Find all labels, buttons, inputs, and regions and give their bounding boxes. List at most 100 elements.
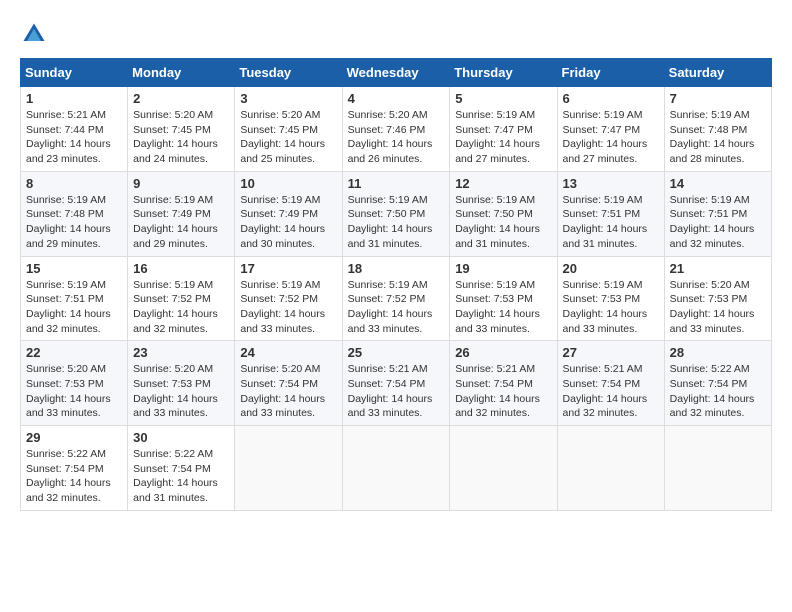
cell-info: Sunrise: 5:19 AM Sunset: 7:53 PM Dayligh…: [563, 278, 659, 337]
calendar-week-row: 29 Sunrise: 5:22 AM Sunset: 7:54 PM Dayli…: [21, 426, 772, 511]
day-number: 17: [240, 261, 336, 276]
cell-info: Sunrise: 5:20 AM Sunset: 7:46 PM Dayligh…: [348, 108, 445, 167]
calendar-cell: [557, 426, 664, 511]
day-number: 10: [240, 176, 336, 191]
day-number: 15: [26, 261, 122, 276]
day-number: 18: [348, 261, 445, 276]
day-number: 25: [348, 345, 445, 360]
calendar-cell: 10 Sunrise: 5:19 AM Sunset: 7:49 PM Dayli…: [235, 171, 342, 256]
day-number: 3: [240, 91, 336, 106]
day-number: 26: [455, 345, 551, 360]
calendar-cell: [235, 426, 342, 511]
calendar-cell: 22 Sunrise: 5:20 AM Sunset: 7:53 PM Dayli…: [21, 341, 128, 426]
day-number: 14: [670, 176, 766, 191]
day-number: 6: [563, 91, 659, 106]
cell-info: Sunrise: 5:19 AM Sunset: 7:53 PM Dayligh…: [455, 278, 551, 337]
day-number: 9: [133, 176, 229, 191]
day-number: 20: [563, 261, 659, 276]
calendar-cell: [664, 426, 771, 511]
cell-info: Sunrise: 5:21 AM Sunset: 7:54 PM Dayligh…: [563, 362, 659, 421]
calendar-cell: 21 Sunrise: 5:20 AM Sunset: 7:53 PM Dayli…: [664, 256, 771, 341]
calendar-cell: 27 Sunrise: 5:21 AM Sunset: 7:54 PM Dayli…: [557, 341, 664, 426]
day-number: 5: [455, 91, 551, 106]
calendar-cell: 11 Sunrise: 5:19 AM Sunset: 7:50 PM Dayli…: [342, 171, 450, 256]
calendar-cell: 17 Sunrise: 5:19 AM Sunset: 7:52 PM Dayli…: [235, 256, 342, 341]
day-number: 24: [240, 345, 336, 360]
cell-info: Sunrise: 5:22 AM Sunset: 7:54 PM Dayligh…: [26, 447, 122, 506]
col-monday: Monday: [128, 59, 235, 87]
calendar-cell: 13 Sunrise: 5:19 AM Sunset: 7:51 PM Dayli…: [557, 171, 664, 256]
day-number: 21: [670, 261, 766, 276]
calendar-header-row: Sunday Monday Tuesday Wednesday Thursday…: [21, 59, 772, 87]
cell-info: Sunrise: 5:19 AM Sunset: 7:52 PM Dayligh…: [133, 278, 229, 337]
cell-info: Sunrise: 5:20 AM Sunset: 7:45 PM Dayligh…: [240, 108, 336, 167]
calendar-cell: 15Sunrise: 5:19 AM Sunset: 7:51 PM Dayli…: [21, 256, 128, 341]
cell-info: Sunrise: 5:19 AM Sunset: 7:49 PM Dayligh…: [240, 193, 336, 252]
day-number: 28: [670, 345, 766, 360]
day-number: 27: [563, 345, 659, 360]
cell-info: Sunrise: 5:19 AM Sunset: 7:52 PM Dayligh…: [240, 278, 336, 337]
calendar-cell: 9Sunrise: 5:19 AM Sunset: 7:49 PM Daylig…: [128, 171, 235, 256]
calendar-cell: [450, 426, 557, 511]
calendar-cell: [342, 426, 450, 511]
day-number: 7: [670, 91, 766, 106]
cell-info: Sunrise: 5:20 AM Sunset: 7:53 PM Dayligh…: [133, 362, 229, 421]
cell-info: Sunrise: 5:19 AM Sunset: 7:48 PM Dayligh…: [670, 108, 766, 167]
calendar-cell: 7 Sunrise: 5:19 AM Sunset: 7:48 PM Daylig…: [664, 87, 771, 172]
calendar-cell: 16 Sunrise: 5:19 AM Sunset: 7:52 PM Dayli…: [128, 256, 235, 341]
calendar-week-row: 15Sunrise: 5:19 AM Sunset: 7:51 PM Dayli…: [21, 256, 772, 341]
calendar-cell: 19 Sunrise: 5:19 AM Sunset: 7:53 PM Dayli…: [450, 256, 557, 341]
calendar-cell: 6 Sunrise: 5:19 AM Sunset: 7:47 PM Daylig…: [557, 87, 664, 172]
calendar-table: Sunday Monday Tuesday Wednesday Thursday…: [20, 58, 772, 511]
cell-info: Sunrise: 5:22 AM Sunset: 7:54 PM Dayligh…: [670, 362, 766, 421]
cell-info: Sunrise: 5:19 AM Sunset: 7:51 PM Dayligh…: [670, 193, 766, 252]
cell-info: Sunrise: 5:20 AM Sunset: 7:45 PM Dayligh…: [133, 108, 229, 167]
calendar-cell: 12 Sunrise: 5:19 AM Sunset: 7:50 PM Dayli…: [450, 171, 557, 256]
calendar-cell: 8 Sunrise: 5:19 AM Sunset: 7:48 PM Daylig…: [21, 171, 128, 256]
col-friday: Friday: [557, 59, 664, 87]
cell-info: Sunrise: 5:20 AM Sunset: 7:53 PM Dayligh…: [670, 278, 766, 337]
logo-icon: [20, 20, 48, 48]
cell-info: Sunrise: 5:21 AM Sunset: 7:54 PM Dayligh…: [348, 362, 445, 421]
cell-info: Sunrise: 5:20 AM Sunset: 7:53 PM Dayligh…: [26, 362, 122, 421]
col-thursday: Thursday: [450, 59, 557, 87]
cell-info: Sunrise: 5:19 AM Sunset: 7:52 PM Dayligh…: [348, 278, 445, 337]
cell-info: Sunrise: 5:19 AM Sunset: 7:47 PM Dayligh…: [455, 108, 551, 167]
cell-info: Sunrise: 5:19 AM Sunset: 7:50 PM Dayligh…: [455, 193, 551, 252]
cell-info: Sunrise: 5:19 AM Sunset: 7:51 PM Dayligh…: [563, 193, 659, 252]
calendar-cell: 29 Sunrise: 5:22 AM Sunset: 7:54 PM Dayli…: [21, 426, 128, 511]
day-number: 23: [133, 345, 229, 360]
calendar-week-row: 8 Sunrise: 5:19 AM Sunset: 7:48 PM Daylig…: [21, 171, 772, 256]
page-header: [20, 20, 772, 48]
calendar-cell: 30 Sunrise: 5:22 AM Sunset: 7:54 PM Dayli…: [128, 426, 235, 511]
calendar-cell: 26Sunrise: 5:21 AM Sunset: 7:54 PM Dayli…: [450, 341, 557, 426]
day-number: 22: [26, 345, 122, 360]
day-number: 16: [133, 261, 229, 276]
calendar-cell: 18 Sunrise: 5:19 AM Sunset: 7:52 PM Dayli…: [342, 256, 450, 341]
cell-info: Sunrise: 5:19 AM Sunset: 7:47 PM Dayligh…: [563, 108, 659, 167]
calendar-cell: 2 Sunrise: 5:20 AM Sunset: 7:45 PM Daylig…: [128, 87, 235, 172]
col-tuesday: Tuesday: [235, 59, 342, 87]
cell-info: Sunrise: 5:20 AM Sunset: 7:54 PM Dayligh…: [240, 362, 336, 421]
calendar-week-row: 22 Sunrise: 5:20 AM Sunset: 7:53 PM Dayli…: [21, 341, 772, 426]
day-number: 29: [26, 430, 122, 445]
cell-info: Sunrise: 5:21 AM Sunset: 7:44 PM Dayligh…: [26, 108, 122, 167]
logo: [20, 20, 52, 48]
calendar-cell: 28 Sunrise: 5:22 AM Sunset: 7:54 PM Dayli…: [664, 341, 771, 426]
calendar-cell: 25 Sunrise: 5:21 AM Sunset: 7:54 PM Dayli…: [342, 341, 450, 426]
calendar-cell: 24 Sunrise: 5:20 AM Sunset: 7:54 PM Dayli…: [235, 341, 342, 426]
day-number: 30: [133, 430, 229, 445]
cell-info: Sunrise: 5:22 AM Sunset: 7:54 PM Dayligh…: [133, 447, 229, 506]
day-number: 2: [133, 91, 229, 106]
day-number: 19: [455, 261, 551, 276]
day-number: 13: [563, 176, 659, 191]
calendar-cell: 20 Sunrise: 5:19 AM Sunset: 7:53 PM Dayli…: [557, 256, 664, 341]
day-number: 8: [26, 176, 122, 191]
cell-info: Sunrise: 5:19 AM Sunset: 7:48 PM Dayligh…: [26, 193, 122, 252]
col-sunday: Sunday: [21, 59, 128, 87]
cell-info: Sunrise: 5:19 AM Sunset: 7:50 PM Dayligh…: [348, 193, 445, 252]
day-number: 12: [455, 176, 551, 191]
calendar-cell: 4Sunrise: 5:20 AM Sunset: 7:46 PM Daylig…: [342, 87, 450, 172]
day-number: 11: [348, 176, 445, 191]
col-saturday: Saturday: [664, 59, 771, 87]
